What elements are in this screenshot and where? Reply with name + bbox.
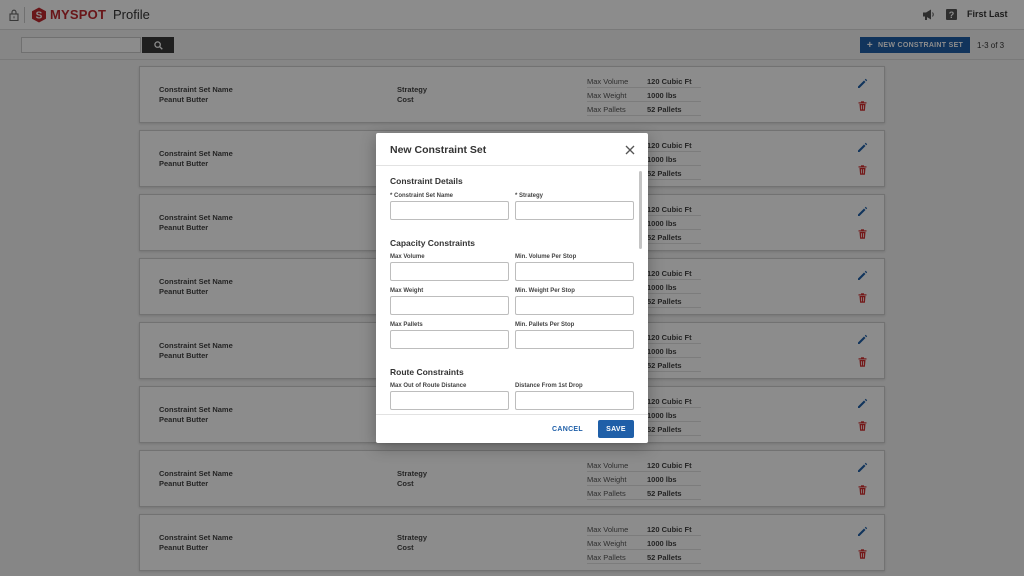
section-capacity-constraints: Capacity Constraints — [390, 238, 476, 248]
close-icon[interactable] — [625, 145, 635, 155]
min-pallets-per-stop-field[interactable] — [515, 330, 634, 349]
max-out-of-route-distance-label: Max Out of Route Distance — [390, 383, 467, 389]
section-constraint-details: Constraint Details — [390, 176, 463, 186]
strategy-label: * Strategy — [515, 193, 544, 199]
cancel-button[interactable]: CANCEL — [546, 420, 589, 438]
dialog-body: Constraint Details * Constraint Set Name… — [376, 166, 648, 414]
constraint-set-name-label: * Constraint Set Name — [390, 193, 454, 199]
distance-from-1st-drop-field[interactable] — [515, 391, 634, 410]
max-out-of-route-distance-field[interactable] — [390, 391, 509, 410]
min-weight-per-stop-label: Min. Weight Per Stop — [515, 288, 575, 294]
max-weight-label: Max Weight — [390, 288, 424, 294]
dialog-header: New Constraint Set — [376, 133, 648, 166]
max-volume-label: Max Volume — [390, 254, 425, 260]
min-volume-per-stop-label: Min. Volume Per Stop — [515, 254, 577, 260]
min-pallets-per-stop-label: Min. Pallets Per Stop — [515, 322, 575, 328]
dialog-scrollbar[interactable] — [639, 171, 642, 249]
dialog-footer: CANCEL SAVE — [376, 414, 648, 443]
section-route-constraints: Route Constraints — [390, 367, 464, 377]
dialog-title: New Constraint Set — [390, 144, 487, 156]
new-constraint-set-dialog: New Constraint Set Constraint Details * … — [376, 133, 648, 443]
min-volume-per-stop-field[interactable] — [515, 262, 634, 281]
constraint-set-name-field[interactable] — [390, 201, 509, 220]
strategy-field[interactable] — [515, 201, 634, 220]
save-button[interactable]: SAVE — [598, 420, 634, 438]
max-weight-field[interactable] — [390, 296, 509, 315]
distance-from-1st-drop-label: Distance From 1st Drop — [515, 383, 583, 389]
max-pallets-label: Max Pallets — [390, 322, 423, 328]
max-pallets-field[interactable] — [390, 330, 509, 349]
min-weight-per-stop-field[interactable] — [515, 296, 634, 315]
max-volume-field[interactable] — [390, 262, 509, 281]
